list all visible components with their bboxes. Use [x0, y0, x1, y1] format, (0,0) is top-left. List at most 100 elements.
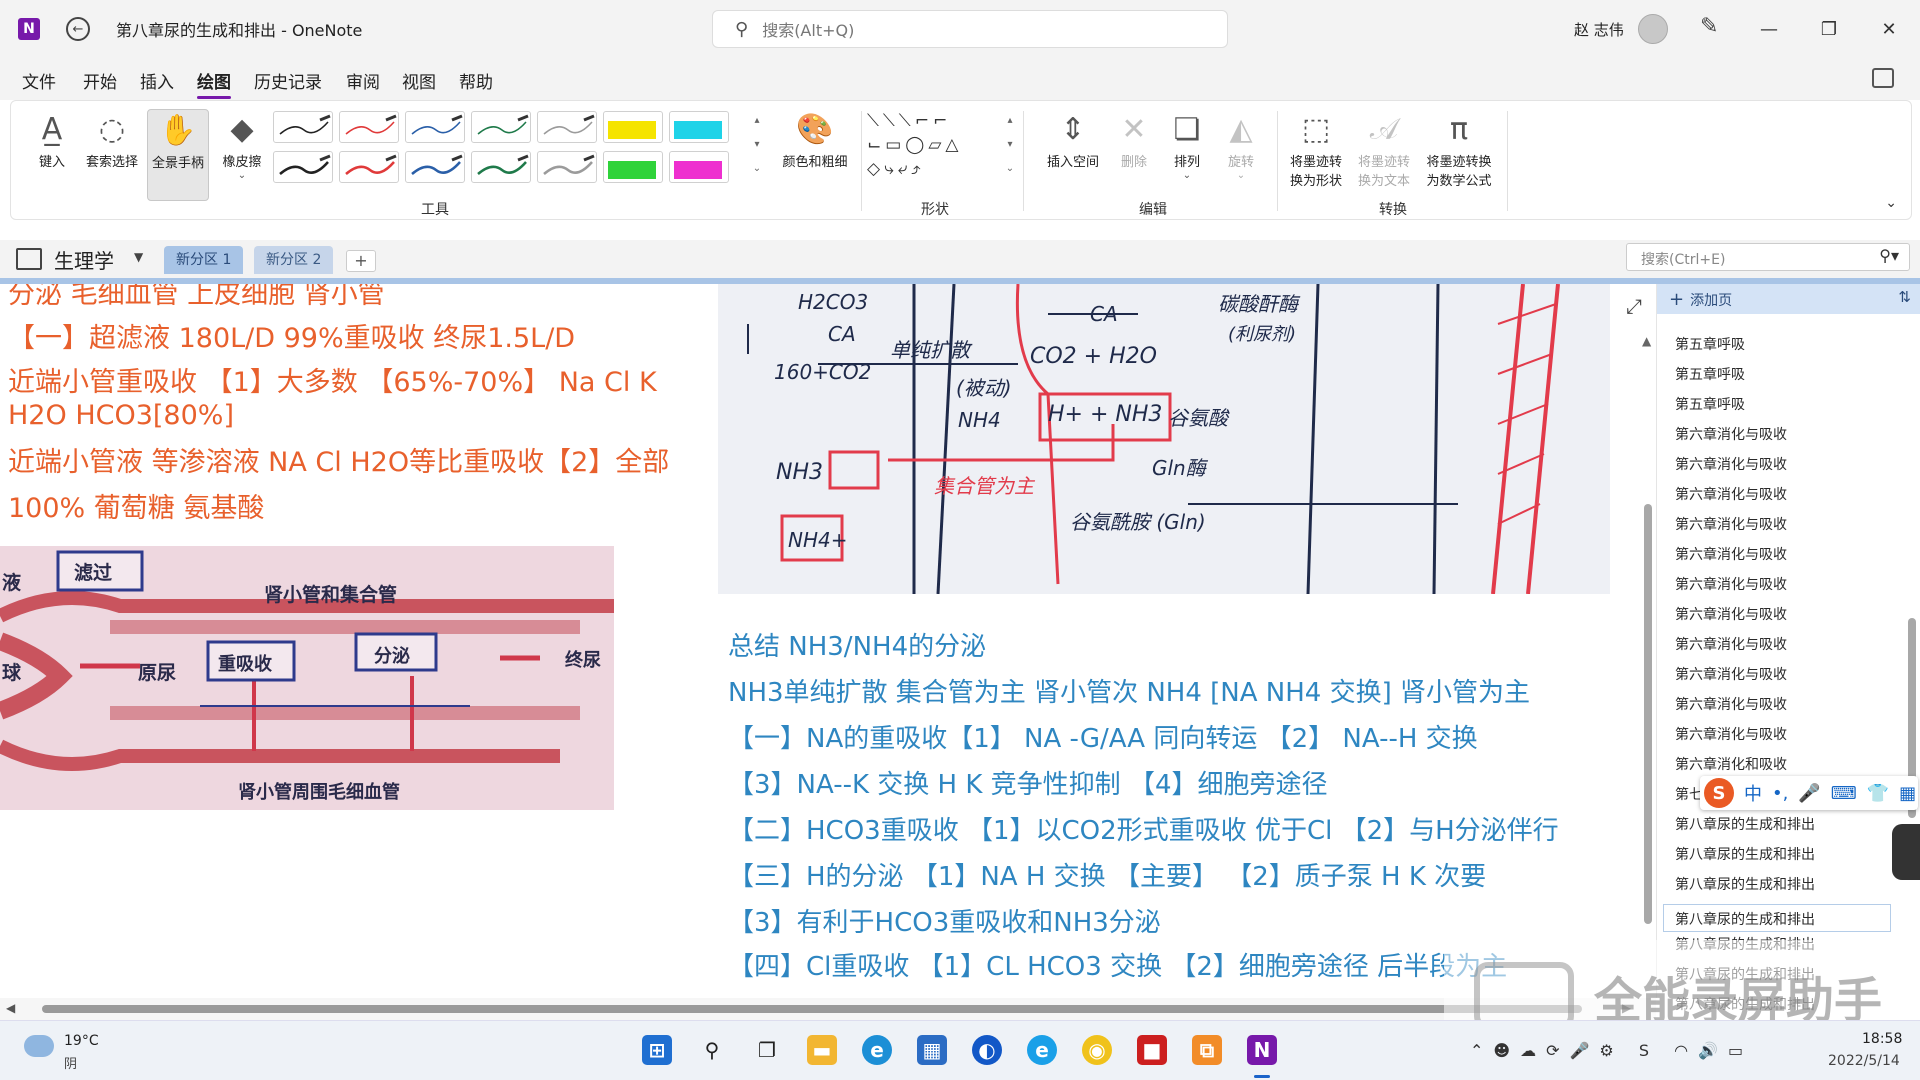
- skin-icon[interactable]: 👕: [1867, 783, 1889, 804]
- add-page-button[interactable]: + 添加页 ⇅: [1657, 284, 1920, 314]
- page-item[interactable]: 第六章消化与吸收: [1675, 634, 1787, 654]
- notebook-name[interactable]: 生理学: [54, 245, 114, 274]
- keyboard-icon[interactable]: ⌨: [1831, 783, 1857, 804]
- chrome-icon[interactable]: ◉: [1082, 1035, 1112, 1065]
- note-line[interactable]: H2O HCO3[80%]: [8, 400, 234, 431]
- menu-review[interactable]: 审阅: [346, 68, 380, 93]
- pen-1[interactable]: [273, 111, 333, 143]
- scroll-left-icon[interactable]: ◀: [6, 1001, 15, 1015]
- note-line[interactable]: 近端小管重吸收 【1】大多数 【65%-70%】 Na Cl K: [8, 360, 657, 399]
- note-line[interactable]: 【3】NA--K 交换 H K 竞争性抑制 【4】细胞旁途径: [728, 764, 1328, 801]
- sogou-logo-icon[interactable]: S: [1704, 778, 1734, 808]
- highlighter-14[interactable]: [669, 151, 729, 183]
- video-app-icon[interactable]: ■: [1137, 1035, 1167, 1065]
- menu-file[interactable]: 文件: [22, 68, 56, 93]
- close-button[interactable]: ✕: [1866, 10, 1912, 48]
- canvas-vertical-scrollbar[interactable]: ▲: [1640, 334, 1656, 954]
- page-item[interactable]: 第八章尿的生成和排出: [1675, 814, 1815, 834]
- pen-10[interactable]: [405, 151, 465, 183]
- app-icon[interactable]: ◐: [972, 1035, 1002, 1065]
- note-line[interactable]: 【一】NA的重吸收【1】 NA -G/AA 同向转运 【2】 NA--H 交换: [728, 718, 1478, 755]
- clock-date[interactable]: 2022/5/14: [1828, 1053, 1900, 1069]
- note-line[interactable]: 近端小管液 等渗溶液 NA Cl H2O等比重吸收【2】全部: [8, 440, 669, 479]
- page-search-input[interactable]: 搜索(Ctrl+E) ⚲▾: [1626, 243, 1910, 271]
- section-tab-1[interactable]: 新分区 1: [164, 246, 244, 274]
- page-item[interactable]: 第六章消化与吸收: [1675, 544, 1787, 564]
- scroll-thumb[interactable]: [42, 1005, 1582, 1013]
- note-line[interactable]: 【一】超滤液 180L/D 99%重吸收 终尿1.5L/D: [8, 316, 575, 355]
- page-item[interactable]: 第六章消化与吸收: [1675, 454, 1787, 474]
- page-item[interactable]: 第五章呼吸: [1675, 364, 1745, 384]
- pen-12[interactable]: [537, 151, 597, 183]
- file-explorer-icon[interactable]: ▬: [807, 1035, 837, 1065]
- page-item[interactable]: 第八章尿的生成和排出: [1675, 844, 1815, 864]
- page-item[interactable]: 第五章呼吸: [1675, 394, 1745, 414]
- search-input[interactable]: ⚲ 搜索(Alt+Q): [712, 10, 1228, 48]
- ribbon-display-options-icon[interactable]: [1872, 68, 1894, 88]
- ribbon-collapse-icon[interactable]: ⌄: [1885, 195, 1897, 211]
- microphone-icon[interactable]: 🎤: [1798, 783, 1820, 804]
- note-line[interactable]: 【三】H的分泌 【1】NA H 交换 【主要】 【2】质子泵 H K 次要: [728, 856, 1486, 893]
- page-item[interactable]: 第八章尿的生成和排出: [1663, 904, 1891, 932]
- pen-icon[interactable]: ✎: [1700, 14, 1718, 39]
- page-item[interactable]: 第六章消化与吸收: [1675, 574, 1787, 594]
- pen-9[interactable]: [339, 151, 399, 183]
- page-item[interactable]: 第七: [1675, 784, 1703, 804]
- pen-8[interactable]: [273, 151, 333, 183]
- pen-5[interactable]: [537, 111, 597, 143]
- store-icon[interactable]: ▦: [917, 1035, 947, 1065]
- note-line[interactable]: 【3】有利于HCO3重吸收和NH3分泌: [728, 902, 1161, 939]
- scroll-up-icon[interactable]: ▲: [1642, 334, 1651, 348]
- toolbox-icon[interactable]: ▦: [1899, 783, 1916, 804]
- canvas-horizontal-scrollbar[interactable]: ◀ ▶: [0, 998, 1656, 1020]
- delete-button[interactable]: ✕ 删除: [1109, 109, 1159, 170]
- edge-icon[interactable]: e: [862, 1035, 892, 1065]
- section-tab-2[interactable]: 新分区 2: [254, 246, 334, 274]
- page-item[interactable]: 第六章消化与吸收: [1675, 424, 1787, 444]
- ime-toolbar[interactable]: S 中 •, 🎤 ⌨ 👕 ▦: [1700, 776, 1918, 810]
- pen-11[interactable]: [471, 151, 531, 183]
- note-line[interactable]: 【四】Cl重吸收 【1】CL HCO3 交换 【2】细胞旁途径 后半段为主: [728, 946, 1507, 983]
- menu-home[interactable]: 开始: [83, 68, 117, 93]
- weather-temp[interactable]: 19°C: [64, 1033, 99, 1049]
- ie-icon[interactable]: e: [1027, 1035, 1057, 1065]
- add-section-button[interactable]: +: [346, 250, 376, 272]
- page-list-scrollbar[interactable]: [1905, 328, 1919, 998]
- highlighter-13[interactable]: [603, 151, 663, 183]
- eraser-chevron-icon[interactable]: ⌄: [211, 170, 273, 181]
- minimize-button[interactable]: —: [1746, 10, 1792, 48]
- type-button[interactable]: A̲ 键入: [21, 109, 83, 170]
- user-name[interactable]: 赵 志伟: [1574, 19, 1624, 40]
- pen-4[interactable]: [471, 111, 531, 143]
- page-item[interactable]: 第五章呼吸: [1675, 334, 1745, 354]
- weather-desc[interactable]: 阴: [64, 1053, 77, 1072]
- highlighter-6[interactable]: [603, 111, 663, 143]
- note-canvas[interactable]: 分泌 毛细血管 上皮细胞 肾小管 【一】超滤液 180L/D 99%重吸收 终尿…: [0, 284, 1656, 998]
- notebook-chevron-icon[interactable]: ▼: [134, 250, 143, 264]
- expand-icon[interactable]: ⤢: [1626, 294, 1642, 318]
- note-line[interactable]: 【二】HCO3重吸收 【1】以CO2形式重吸收 优于Cl 【2】与H分泌伴行: [728, 810, 1559, 847]
- menu-view[interactable]: 视图: [402, 68, 436, 93]
- shape-gallery-scroll[interactable]: ▴ ▾ ⌄: [1003, 109, 1017, 187]
- note-line[interactable]: 总结 NH3/NH4的分泌: [728, 626, 986, 663]
- page-item[interactable]: 第六章消化与吸收: [1675, 484, 1787, 504]
- whiteboard-image[interactable]: H2CO3 CA 160+CO2 单纯扩散 (被动) CO2 + H2O NH4…: [718, 284, 1610, 595]
- menu-insert[interactable]: 插入: [140, 68, 174, 93]
- page-item[interactable]: 第六章消化与吸收: [1675, 514, 1787, 534]
- menu-help[interactable]: 帮助: [459, 68, 493, 93]
- cloud-icon[interactable]: [24, 1035, 54, 1057]
- tubule-diagram-image[interactable]: 滤过 肾小管和集合管 原尿 重吸收 分泌 终尿 肾小管周围毛细血管 液 球: [0, 546, 614, 810]
- shape-gallery[interactable]: ⟍⟍⟍⌐⌐ ⌙▭◯▱△ ◇⤷⤶⤴: [867, 109, 1017, 187]
- ink-to-shape-button[interactable]: ⬚ 将墨迹转 换为形状: [1281, 109, 1351, 189]
- start-icon[interactable]: ⊞: [642, 1035, 672, 1065]
- screen-recorder-icon[interactable]: ⧉: [1192, 1035, 1222, 1065]
- note-line[interactable]: NH3单纯扩散 集合管为主 肾小管次 NH4 [NA NH4 交换] 肾小管为主: [728, 672, 1530, 709]
- system-tray[interactable]: ⌃☻☁⟳🎤⚙ S ◠🔊▭: [1470, 1041, 1753, 1060]
- pan-hand-button[interactable]: ✋ 全景手柄: [147, 109, 209, 201]
- rotate-button[interactable]: ◭ 旋转 ⌄: [1211, 109, 1271, 181]
- menu-draw[interactable]: 绘图: [197, 68, 231, 99]
- ime-lang-toggle[interactable]: 中: [1744, 780, 1762, 806]
- color-thickness-button[interactable]: 🎨 颜色和粗细: [773, 109, 857, 170]
- restore-button[interactable]: ❐: [1806, 10, 1852, 48]
- onenote-taskbar-icon[interactable]: N: [1247, 1035, 1277, 1065]
